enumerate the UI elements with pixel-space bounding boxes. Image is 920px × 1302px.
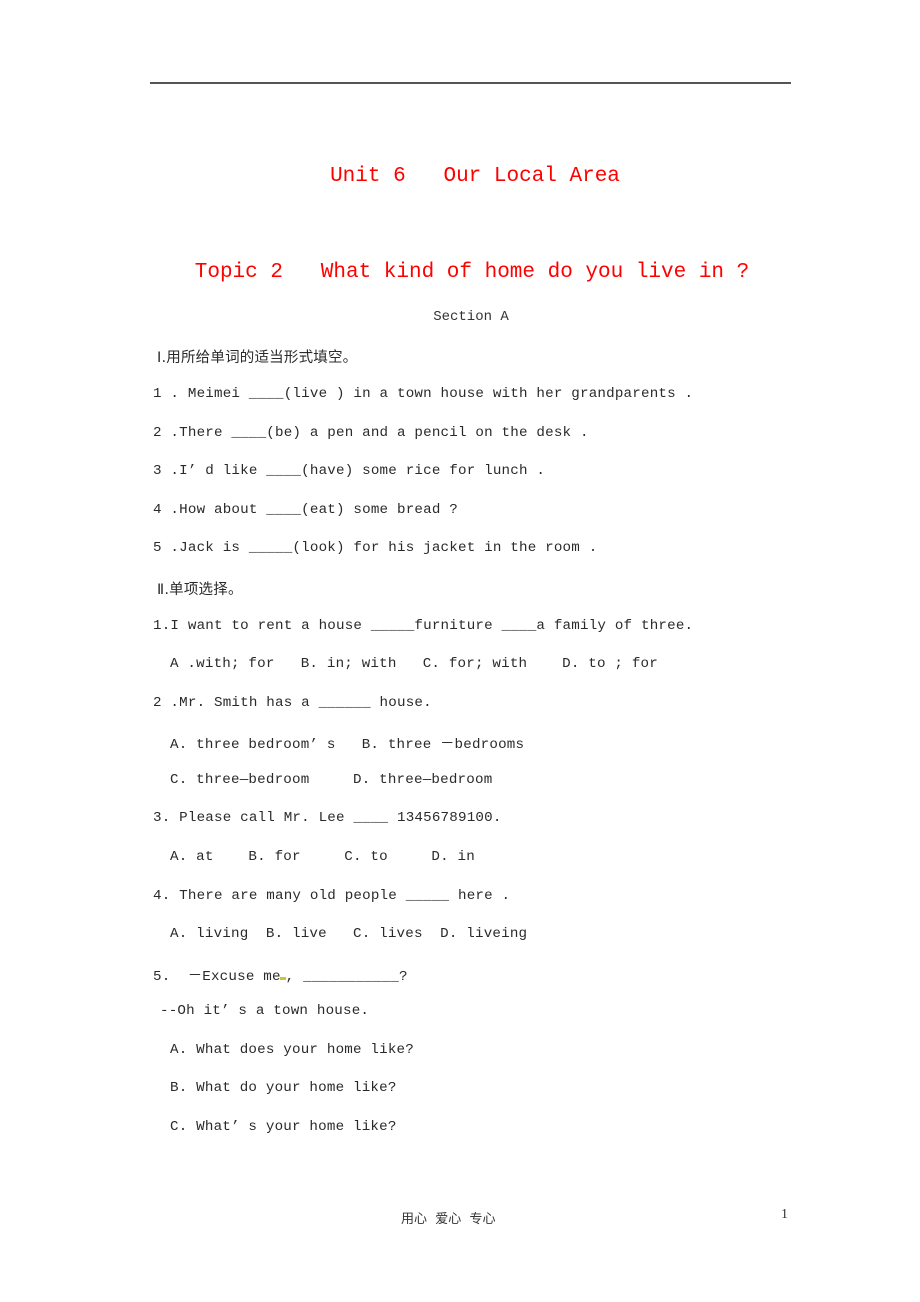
part1-item-1: 1 . Meimei ____(live ) in a town house w…	[153, 386, 694, 402]
part1-item-3: 3 .I’ d like ____(have) some rice for lu…	[153, 463, 546, 479]
q5-answer: --Oh it’ s a town house.	[160, 1003, 370, 1019]
q5-option-a: A. What does your home like?	[170, 1042, 414, 1058]
q2-options-line1: A. three bedroom’ s B. three －bedrooms	[170, 737, 525, 753]
part1-item-2: 2 .There ____(be) a pen and a pencil on …	[153, 425, 589, 441]
q5-question-suffix: , ___________?	[285, 969, 408, 985]
q2-options-line2: C. three—bedroom D. three—bedroom	[170, 772, 493, 788]
q1-question: 1.I want to rent a house _____furniture …	[153, 618, 694, 634]
q3-options: A. at B. for C. to D. in	[170, 849, 475, 865]
section-label: Section A	[433, 309, 509, 325]
q4-options: A. living B. live C. lives D. liveing	[170, 926, 528, 942]
part1-item-5: 5 .Jack is _____(look) for his jacket in…	[153, 540, 598, 556]
q5-question-prefix: 5. －Excuse me	[153, 969, 281, 985]
header-rule	[150, 82, 791, 84]
q3-question: 3. Please call Mr. Lee ____ 13456789100.	[153, 810, 502, 826]
q2-question: 2 .Mr. Smith has a ______ house.	[153, 695, 432, 711]
q5-question: 5. －Excuse me, ___________?	[153, 965, 408, 985]
topic-title: Topic 2 What kind of home do you live in…	[194, 261, 750, 284]
part1-heading: Ⅰ.用所给单词的适当形式填空。	[157, 350, 358, 366]
q1-options: A .with; for B. in; with C. for; with D.…	[170, 656, 658, 672]
footer-motto: 用心 爱心 专心	[401, 1212, 496, 1227]
document-page: Unit 6 Our Local Area Topic 2 What kind …	[0, 0, 920, 1302]
part2-heading: Ⅱ.单项选择。	[157, 582, 243, 598]
part1-item-4: 4 .How about ____(eat) some bread ?	[153, 502, 458, 518]
unit-title: Unit 6 Our Local Area	[330, 165, 620, 188]
q4-question: 4. There are many old people _____ here …	[153, 888, 511, 904]
q5-option-c: C. What’ s your home like?	[170, 1119, 397, 1135]
page-number: 1	[781, 1207, 788, 1222]
q5-option-b: B. What do your home like?	[170, 1080, 397, 1096]
